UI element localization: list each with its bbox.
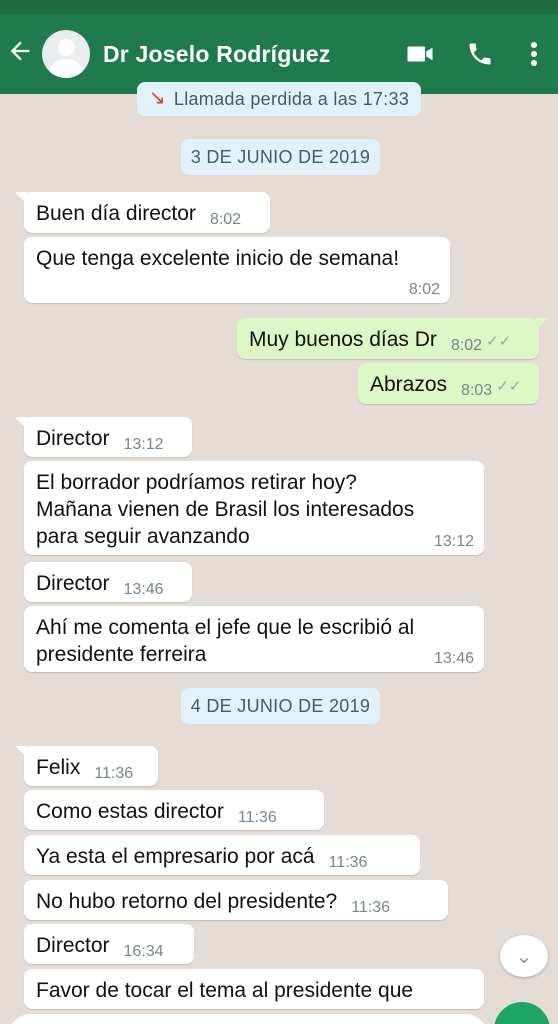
message-incoming[interactable]: Felix 11:36 [15, 746, 158, 786]
message-time: 13:12 [123, 436, 164, 453]
message-time: 13:46 [433, 650, 474, 667]
message-time: 8:02 [450, 337, 483, 354]
message-incoming[interactable]: Buen día director 8:02 [15, 192, 270, 233]
phone-icon[interactable] [450, 40, 510, 68]
avatar[interactable] [42, 30, 90, 78]
missed-call-notice: ↘ Llamada perdida a las 17:33 [137, 82, 421, 116]
date-divider: 4 DE JUNIO DE 2019 [181, 688, 380, 724]
message-list[interactable]: ↘ Llamada perdida a las 17:33 3 DE JUNIO… [0, 82, 558, 1024]
double-check-icon: ✓✓ [496, 378, 522, 395]
message-incoming[interactable]: Director 13:46 [24, 562, 192, 602]
double-check-icon: ✓✓ [486, 333, 512, 350]
message-incoming[interactable]: Que tenga excelente inicio de semana! 8:… [24, 237, 450, 303]
message-time: 11:36 [351, 899, 391, 916]
chevron-double-down-icon: ⌄ [515, 945, 533, 968]
message-incoming[interactable]: Como estas director 11:36 [24, 790, 324, 830]
message-incoming[interactable]: El borrador podríamos retirar hoy? Mañan… [24, 461, 484, 555]
message-time: 13:46 [123, 581, 164, 598]
message-time: 13:12 [433, 533, 474, 550]
message-time: 11:36 [328, 854, 368, 871]
message-outgoing[interactable]: Muy buenos días Dr 8:02 ✓✓ [237, 318, 548, 359]
message-time: 8:02 [209, 211, 242, 228]
message-outgoing[interactable]: Abrazos 8:03 ✓✓ [358, 363, 539, 404]
message-time: 11:36 [94, 765, 134, 782]
message-time: 16:34 [123, 943, 164, 960]
video-call-icon[interactable] [390, 39, 450, 69]
message-time: 8:02 [408, 281, 440, 298]
message-time: 8:03 [461, 382, 493, 399]
back-arrow-icon[interactable] [6, 37, 42, 71]
missed-call-icon: ↘ [148, 87, 166, 109]
status-bar [0, 0, 558, 14]
contact-name[interactable]: Dr Joselo Rodríguez [103, 41, 390, 68]
message-incoming[interactable]: Ya esta el empresario por acá 11:36 [24, 835, 420, 875]
more-vert-icon[interactable] [510, 41, 558, 67]
composer-bar [0, 1000, 558, 1024]
mic-button[interactable] [494, 1002, 550, 1024]
message-incoming[interactable]: Director 13:12 [15, 417, 192, 457]
message-time: 11:36 [237, 809, 277, 826]
message-incoming[interactable]: Ahí me comenta el jefe que le escribió a… [24, 606, 484, 672]
date-divider: 3 DE JUNIO DE 2019 [181, 139, 380, 175]
message-incoming[interactable]: Director 16:34 [24, 924, 194, 964]
scroll-down-button[interactable]: ⌄ [500, 935, 548, 977]
message-incoming[interactable]: No hubo retorno del presidente? 11:36 [24, 880, 448, 920]
message-input[interactable] [8, 1014, 488, 1024]
